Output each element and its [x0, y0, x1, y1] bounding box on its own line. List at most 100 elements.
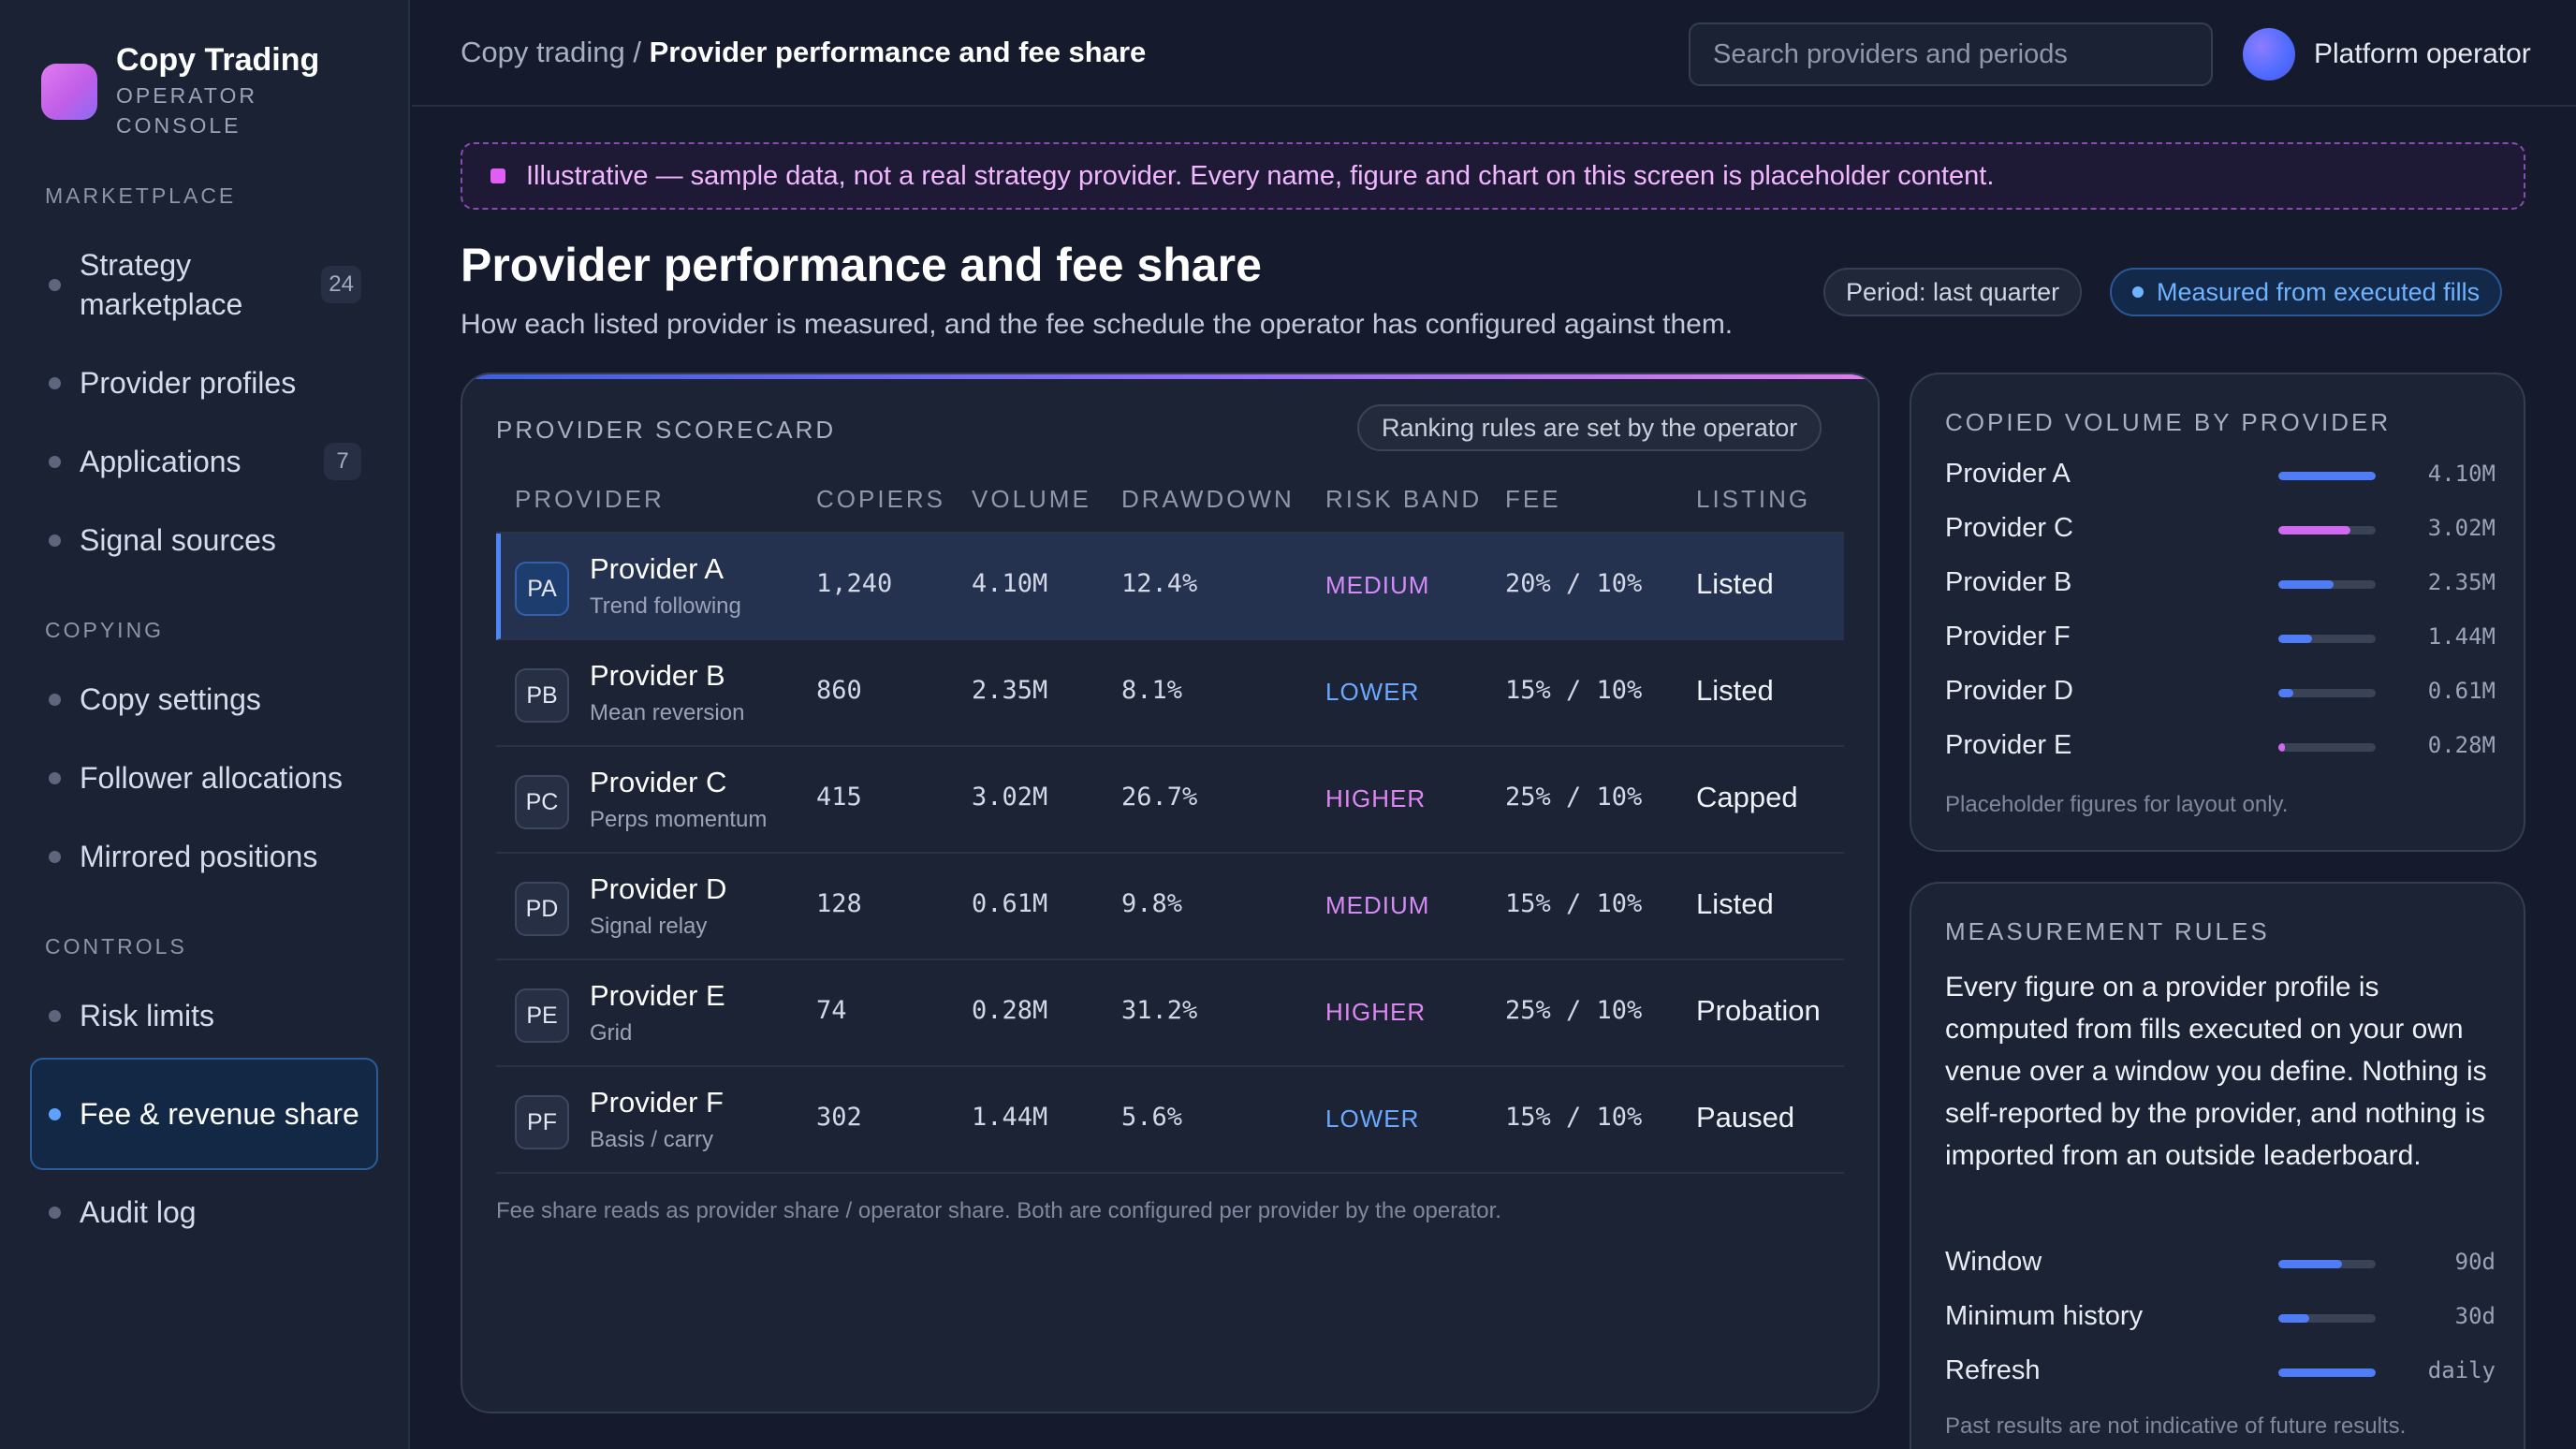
breadcrumb-parent[interactable]: Copy trading — [461, 36, 625, 68]
risk-band: LOWER — [1325, 1105, 1420, 1133]
sidebar-item-follower-allocations[interactable]: Follower allocations — [30, 758, 378, 798]
sidebar-item-signal-sources[interactable]: Signal sources — [30, 520, 378, 560]
sample-data-banner: Illustrative — sample data, not a real s… — [461, 142, 2525, 210]
drawdown-value: 9.8% — [1121, 889, 1183, 918]
column-header-fee[interactable]: FEE — [1505, 485, 1561, 514]
sidebar-item-mirrored-positions[interactable]: Mirrored positions — [30, 837, 378, 876]
bar-row: Provider A 4.10M — [1945, 457, 2496, 494]
provider-name: Provider E — [590, 979, 725, 1012]
risk-band: LOWER — [1325, 678, 1420, 706]
search-box[interactable] — [1689, 22, 2213, 86]
column-header-volume[interactable]: VOLUME — [972, 485, 1091, 514]
sidebar-item-audit-log[interactable]: Audit log — [30, 1193, 378, 1232]
fee-value: 15% / 10% — [1505, 889, 1643, 918]
accent-line — [462, 374, 1878, 379]
bar-value: 3.02M — [2427, 515, 2496, 541]
provider-scorecard: PROVIDER SCORECARD Ranking rules are set… — [461, 373, 1880, 1413]
volume-value: 2.35M — [972, 676, 1048, 705]
brand-logo — [41, 64, 97, 120]
copiers-value: 415 — [816, 783, 862, 812]
bar-track — [2278, 1260, 2376, 1268]
bar-row: Provider E 0.28M — [1945, 728, 2496, 766]
copiers-value: 1,240 — [816, 569, 893, 598]
disclaimer-note: Past results are not indicative of futur… — [1945, 1413, 2407, 1439]
sidebar-item-applications[interactable]: Applications 7 — [30, 442, 378, 481]
table-row[interactable]: PB Provider B Mean reversion 860 2.35M 8… — [496, 640, 1844, 747]
provider-avatar: PD — [515, 882, 569, 936]
breadcrumb-current: Provider performance and fee share — [649, 36, 1147, 68]
volume-value: 0.28M — [972, 996, 1048, 1025]
column-header-risk-band[interactable]: RISK BAND — [1325, 485, 1482, 514]
table-row[interactable]: PF Provider F Basis / carry 302 1.44M 5.… — [496, 1067, 1844, 1174]
brand-subtitle: OPERATOR CONSOLE — [116, 83, 257, 138]
table-row[interactable]: PD Provider D Signal relay 128 0.61M 9.8… — [496, 854, 1844, 960]
bar-value: 4.10M — [2427, 461, 2496, 487]
brand-title: Copy Trading — [116, 42, 320, 78]
sidebar-item-fee-revenue-share[interactable]: Fee & revenue share — [30, 1058, 378, 1170]
topbar: Copy trading / Provider performance and … — [412, 0, 2576, 107]
breadcrumb: Copy trading / Provider performance and … — [461, 36, 1146, 69]
drawdown-value: 8.1% — [1121, 676, 1183, 705]
copiers-value: 74 — [816, 996, 847, 1025]
bar-track — [2278, 635, 2376, 643]
copiers-value: 128 — [816, 889, 862, 918]
app-root: Copy Trading OPERATOR CONSOLE MARKETPLAC… — [0, 0, 2576, 1449]
bar-label: Minimum history — [1945, 1301, 2144, 1331]
provider-avatar: PC — [515, 775, 569, 829]
bullet-icon — [49, 1107, 61, 1120]
bar-label: Provider F — [1945, 622, 2071, 651]
bullet-icon — [49, 278, 61, 291]
bar-row: Provider D 0.61M — [1945, 674, 2496, 711]
provider-strategy: Signal relay — [590, 914, 708, 939]
scorecard-footnote: Fee share reads as provider share / oper… — [496, 1198, 1501, 1223]
table-row[interactable]: PE Provider E Grid 74 0.28M 31.2% HIGHER… — [496, 960, 1844, 1067]
provider-name: Provider F — [590, 1086, 724, 1119]
column-header-drawdown[interactable]: DRAWDOWN — [1121, 485, 1295, 514]
provider-strategy: Trend following — [590, 593, 741, 619]
bar-fill — [2278, 526, 2350, 534]
table-row[interactable]: PA Provider A Trend following 1,240 4.10… — [496, 534, 1844, 640]
sidebar-item-copy-settings[interactable]: Copy settings — [30, 680, 378, 719]
provider-strategy: Basis / carry — [590, 1127, 714, 1152]
period-chip[interactable]: Period: last quarter — [1823, 268, 2083, 316]
table-row[interactable]: PC Provider C Perps momentum 415 3.02M 2… — [496, 747, 1844, 854]
fee-value: 15% / 10% — [1505, 1103, 1643, 1132]
column-header-listing[interactable]: LISTING — [1696, 485, 1810, 514]
provider-strategy: Grid — [590, 1020, 633, 1046]
bar-row: Window 90d — [1945, 1245, 2496, 1282]
bar-label: Provider B — [1945, 567, 2072, 597]
breadcrumb-separator: / — [624, 36, 650, 68]
ranking-rules-chip[interactable]: Ranking rules are set by the operator — [1357, 404, 1822, 451]
provider-name: Provider A — [590, 552, 724, 585]
user-menu[interactable]: Platform operator — [2243, 28, 2531, 80]
listing-status: Listed — [1696, 674, 1774, 707]
volume-value: 4.10M — [972, 569, 1048, 598]
fee-value: 25% / 10% — [1505, 996, 1643, 1025]
bar-track — [2278, 526, 2376, 534]
sidebar-item-risk-limits[interactable]: Risk limits — [30, 996, 378, 1035]
sidebar-item-strategy-marketplace[interactable]: Strategy marketplace 24 — [30, 245, 378, 324]
column-header-provider[interactable]: PROVIDER — [515, 485, 665, 514]
drawdown-value: 5.6% — [1121, 1103, 1183, 1132]
measurement-rules-text: Every figure on a provider profile is co… — [1945, 972, 2487, 1171]
bar-row: Refresh daily — [1945, 1354, 2496, 1391]
bar-track — [2278, 1314, 2376, 1323]
column-header-copiers[interactable]: COPIERS — [816, 485, 945, 514]
bar-row: Provider B 2.35M — [1945, 565, 2496, 603]
fee-value: 25% / 10% — [1505, 783, 1643, 812]
bar-value: 90d — [2454, 1249, 2496, 1275]
brand[interactable]: Copy Trading OPERATOR CONSOLE — [41, 39, 319, 140]
page-subtitle: How each listed provider is measured, an… — [461, 309, 1734, 340]
bar-label: Provider A — [1945, 459, 2071, 489]
avatar — [2243, 28, 2295, 80]
measured-chip: Measured from executed fills — [2110, 268, 2503, 316]
banner-text: Illustrative — sample data, not a real s… — [526, 160, 1995, 191]
square-icon — [490, 168, 505, 183]
search-input[interactable] — [1713, 39, 2188, 70]
provider-avatar: PB — [515, 668, 569, 723]
sidebar-item-provider-profiles[interactable]: Provider profiles — [30, 363, 378, 402]
fee-value: 20% / 10% — [1505, 569, 1643, 598]
operator-name: Platform operator — [2314, 38, 2531, 69]
volume-value: 3.02M — [972, 783, 1048, 812]
listing-status: Probation — [1696, 994, 1821, 1027]
